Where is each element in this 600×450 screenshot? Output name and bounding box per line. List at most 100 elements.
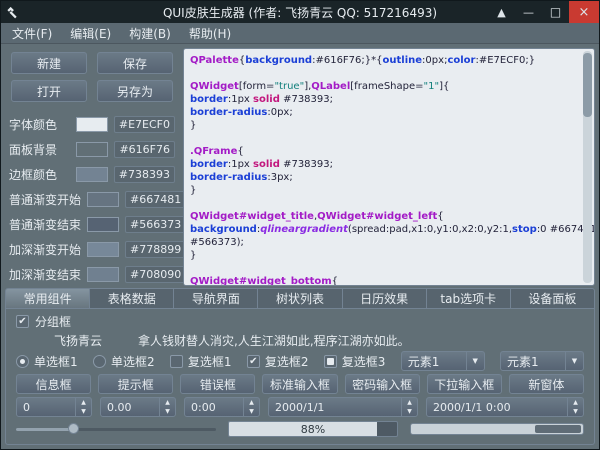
- color-hex-input[interactable]: #708090: [125, 266, 186, 283]
- slider-handle[interactable]: [68, 423, 79, 434]
- color-hex-input[interactable]: #778899: [125, 241, 186, 258]
- color-hex-input[interactable]: #E7ECF0: [114, 116, 175, 133]
- spin-down-icon[interactable]: ▼: [568, 407, 583, 416]
- maximize-icon[interactable]: □: [542, 1, 569, 23]
- spin-up-icon[interactable]: ▲: [568, 398, 583, 407]
- combo-box-1[interactable]: 元素1▼: [401, 351, 485, 371]
- radio-icon: [16, 355, 29, 368]
- color-swatch[interactable]: [76, 167, 108, 182]
- tab-7[interactable]: 设备面板: [510, 288, 595, 309]
- color-row-label: 普通渐变结束: [9, 216, 81, 233]
- horizontal-scrollbar[interactable]: [410, 423, 584, 435]
- combo-value: 元素1: [501, 353, 565, 370]
- demo-button-4[interactable]: 标准输入框: [262, 374, 337, 394]
- spin-up-icon[interactable]: ▲: [402, 398, 417, 407]
- tab-1[interactable]: 常用组件: [5, 288, 90, 309]
- menu-item-4[interactable]: 帮助(H): [180, 23, 240, 44]
- checkbox-option-2[interactable]: ✔ 复选框2: [247, 353, 309, 370]
- color-hex-input[interactable]: #738393: [114, 166, 175, 183]
- color-swatch[interactable]: [76, 117, 108, 132]
- chevron-down-icon: ▼: [466, 352, 484, 370]
- menu-item-3[interactable]: 构建(B): [120, 23, 180, 44]
- spinbox-5[interactable]: 2000/1/1 0:00▲▼: [426, 397, 584, 417]
- groupbox-header: ✔ 分组框: [16, 313, 584, 329]
- options-row: 单选框1单选框2复选框1✔复选框2复选框3元素1▼元素1▼: [16, 351, 584, 371]
- groupbox-label: 分组框: [35, 313, 71, 330]
- color-row-1: 字体颜色 #E7ECF0: [9, 112, 175, 137]
- code-line-16: }: [190, 249, 578, 262]
- color-swatch[interactable]: [87, 217, 119, 232]
- demo-button-5[interactable]: 密码输入框: [345, 374, 420, 394]
- tab-5[interactable]: 日历效果: [342, 288, 427, 309]
- code-line-8: .QFrame{: [190, 145, 578, 158]
- menu-item-1[interactable]: 文件(F): [3, 23, 61, 44]
- demo-buttons-row: 信息框提示框错误框标准输入框密码输入框下拉输入框新窗体: [16, 374, 584, 394]
- action-button-3[interactable]: 打开: [11, 80, 87, 102]
- menu-bar: 文件(F)编辑(E)构建(B)帮助(H): [1, 23, 599, 44]
- color-row-6: 加深渐变开始#778899: [9, 237, 175, 262]
- minimize-icon[interactable]: —: [515, 1, 542, 23]
- color-swatch[interactable]: [87, 267, 119, 282]
- radio-option-2[interactable]: 单选框2: [93, 353, 155, 370]
- close-icon[interactable]: ×: [569, 1, 599, 23]
- combo-value: 元素1: [402, 353, 466, 370]
- code-line-5: border-radius:0px;: [190, 106, 578, 119]
- scrollbar-thumb[interactable]: [583, 53, 592, 117]
- tab-3[interactable]: 导航界面: [173, 288, 258, 309]
- spinbox-2[interactable]: 0.00▲▼: [100, 397, 176, 417]
- combo-box-2[interactable]: 元素1▼: [500, 351, 584, 371]
- color-hex-input[interactable]: #667481: [125, 191, 186, 208]
- spin-down-icon[interactable]: ▼: [160, 407, 175, 416]
- demo-button-2[interactable]: 提示框: [98, 374, 173, 394]
- spin-up-icon[interactable]: ▲: [160, 398, 175, 407]
- spin-up-icon[interactable]: ▲: [76, 398, 91, 407]
- code-line-13: QWidget#widget_title,QWidget#widget_left…: [190, 210, 578, 223]
- demo-button-3[interactable]: 错误框: [180, 374, 255, 394]
- spinbox-4[interactable]: 2000/1/1▲▼: [268, 397, 418, 417]
- spin-row: 0▲▼ 0.00▲▼ 0:00▲▼ 2000/1/1▲▼ 2000/1/1 0:00▲▼: [16, 397, 584, 417]
- checkbox-label: 复选框1: [188, 353, 232, 370]
- progress-label: 88%: [229, 422, 397, 436]
- color-hex-input[interactable]: #566373: [125, 216, 186, 233]
- demo-button-1[interactable]: 信息框: [16, 374, 91, 394]
- tab-6[interactable]: tab选项卡: [426, 288, 511, 309]
- spin-arrows: ▲▼: [243, 398, 259, 416]
- checkbox-icon: [324, 355, 337, 368]
- code-editor[interactable]: QPalette{background:#616F76;}*{outline:0…: [183, 48, 595, 286]
- tab-2[interactable]: 表格数据: [89, 288, 174, 309]
- spin-down-icon[interactable]: ▼: [402, 407, 417, 416]
- checkbox-option-3[interactable]: 复选框3: [324, 353, 386, 370]
- code-line-1: QPalette{background:#616F76;}*{outline:0…: [190, 54, 578, 67]
- tab-4[interactable]: 树状列表: [257, 288, 342, 309]
- action-button-2[interactable]: 保存: [97, 52, 173, 74]
- checkbox-label: 复选框2: [265, 353, 309, 370]
- spin-down-icon[interactable]: ▼: [244, 407, 259, 416]
- pin-top-icon[interactable]: ▲: [488, 1, 515, 23]
- color-hex-input[interactable]: #616F76: [114, 141, 175, 158]
- checkbox-icon: ✔: [247, 355, 260, 368]
- action-button-4[interactable]: 另存为: [97, 80, 173, 102]
- action-button-1[interactable]: 新建: [11, 52, 87, 74]
- spin-arrows: ▲▼: [567, 398, 583, 416]
- color-swatch[interactable]: [87, 192, 119, 207]
- demo-button-7[interactable]: 新窗体: [509, 374, 584, 394]
- color-row-label: 字体颜色: [9, 116, 70, 133]
- color-swatch[interactable]: [76, 142, 108, 157]
- menu-item-2[interactable]: 编辑(E): [61, 23, 120, 44]
- color-row-2: 面板背景#616F76: [9, 137, 175, 162]
- color-swatch[interactable]: [87, 242, 119, 257]
- spin-down-icon[interactable]: ▼: [76, 407, 91, 416]
- demo-button-6[interactable]: 下拉输入框: [427, 374, 502, 394]
- spin-up-icon[interactable]: ▲: [244, 398, 259, 407]
- check-icon: ✔: [18, 316, 26, 327]
- slider[interactable]: [16, 420, 216, 438]
- spinbox-3[interactable]: 0:00▲▼: [184, 397, 260, 417]
- radio-option-1[interactable]: 单选框1: [16, 353, 78, 370]
- groupbox-checkbox[interactable]: ✔: [16, 315, 29, 328]
- author-row: 飞扬青云 拿人钱财替人消灾,人生江湖如此,程序江湖亦如此。: [16, 332, 584, 348]
- horizontal-scrollbar-handle[interactable]: [535, 425, 581, 433]
- code-line-6: }: [190, 119, 578, 132]
- spinbox-1[interactable]: 0▲▼: [16, 397, 92, 417]
- checkbox-option-1[interactable]: 复选框1: [170, 353, 232, 370]
- editor-scrollbar[interactable]: [583, 51, 592, 283]
